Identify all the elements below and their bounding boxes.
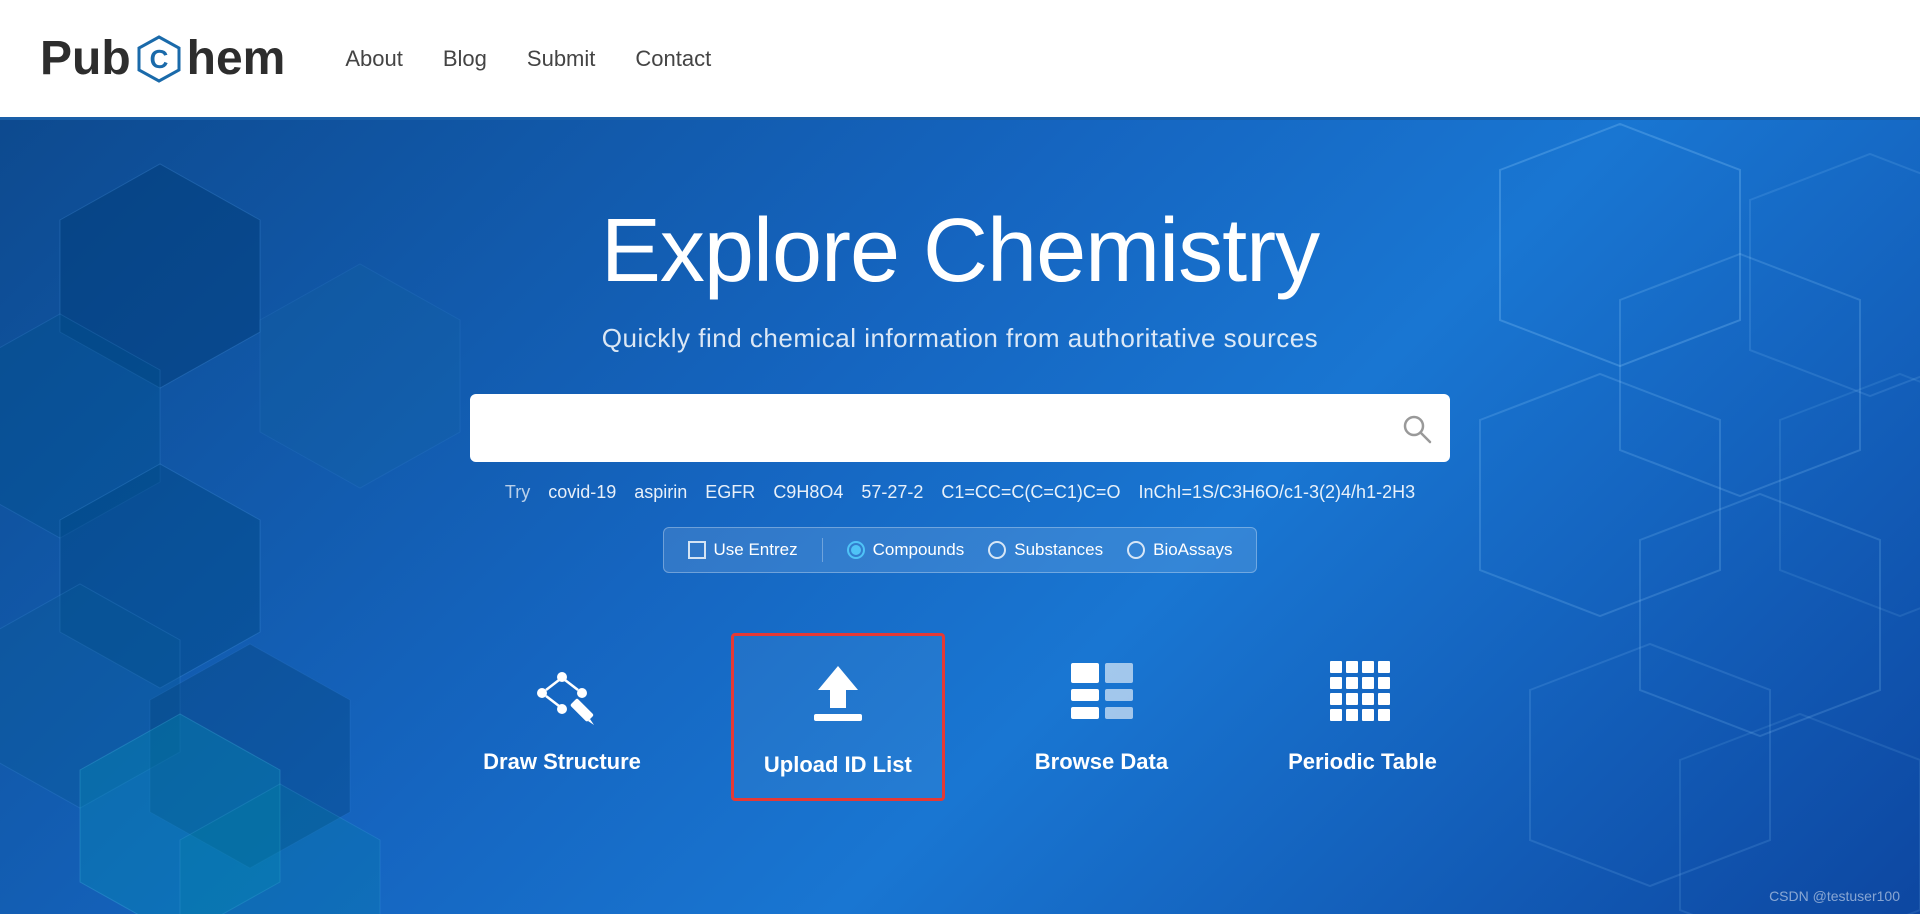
hero-section: Explore Chemistry Quickly find chemical … [0, 120, 1920, 914]
logo-text: Pub C hem [40, 31, 285, 86]
search-container [470, 394, 1450, 462]
use-entrez-label: Use Entrez [714, 540, 798, 560]
action-upload-id-list[interactable]: Upload ID List [731, 633, 945, 801]
try-inchi[interactable]: InChI=1S/C3H6O/c1-3(2)4/h1-2H3 [1138, 482, 1415, 503]
radio-compounds-circle [847, 541, 865, 559]
watermark: CSDN @testuser100 [1769, 888, 1900, 904]
logo-hexagon-c: C [133, 33, 185, 85]
nav-contact[interactable]: Contact [635, 46, 711, 72]
draw-structure-icon [522, 653, 602, 733]
header: Pub C hem About Blog Submit Contact [0, 0, 1920, 120]
periodic-table-label: Periodic Table [1288, 749, 1437, 775]
try-covid19[interactable]: covid-19 [548, 482, 616, 503]
try-links: Try covid-19 aspirin EGFR C9H8O4 57-27-2… [505, 482, 1415, 503]
logo-chem: hem [187, 31, 286, 86]
nav-blog[interactable]: Blog [443, 46, 487, 72]
draw-structure-label: Draw Structure [483, 749, 641, 775]
try-smiles[interactable]: C1=CC=C(C=C1)C=O [941, 482, 1120, 503]
radio-compounds-label: Compounds [873, 540, 965, 560]
radio-bioassays-label: BioAssays [1153, 540, 1232, 560]
browse-data-label: Browse Data [1035, 749, 1168, 775]
periodic-table-icon [1322, 653, 1402, 733]
radio-substances-label: Substances [1014, 540, 1103, 560]
upload-id-list-icon [798, 656, 878, 736]
radio-bioassays-circle [1127, 541, 1145, 559]
nav-about[interactable]: About [345, 46, 403, 72]
radio-bioassays[interactable]: BioAssays [1127, 540, 1232, 560]
search-button[interactable] [1382, 394, 1450, 462]
logo-pub: Pub [40, 31, 131, 86]
main-nav: About Blog Submit Contact [345, 46, 711, 72]
checkbox-box [688, 541, 706, 559]
upload-id-list-label: Upload ID List [764, 752, 912, 778]
search-icon [1400, 412, 1432, 444]
try-egfr[interactable]: EGFR [705, 482, 755, 503]
try-label: Try [505, 482, 530, 503]
try-aspirin[interactable]: aspirin [634, 482, 687, 503]
use-entrez-checkbox[interactable]: Use Entrez [688, 540, 798, 560]
radio-compounds[interactable]: Compounds [847, 540, 965, 560]
hero-title: Explore Chemistry [601, 200, 1319, 303]
filter-options: Use Entrez Compounds Substances BioAssay… [663, 527, 1258, 573]
try-c9h8o4[interactable]: C9H8O4 [773, 482, 843, 503]
logo: Pub C hem [40, 31, 285, 86]
action-browse-data[interactable]: Browse Data [1005, 633, 1198, 795]
hero-subtitle: Quickly find chemical information from a… [602, 323, 1318, 354]
radio-substances[interactable]: Substances [988, 540, 1103, 560]
filter-divider [822, 538, 823, 562]
nav-submit[interactable]: Submit [527, 46, 595, 72]
svg-text:C: C [149, 44, 168, 74]
browse-data-icon [1061, 653, 1141, 733]
action-periodic-table[interactable]: Periodic Table [1258, 633, 1467, 795]
action-draw-structure[interactable]: Draw Structure [453, 633, 671, 795]
try-57272[interactable]: 57-27-2 [861, 482, 923, 503]
radio-substances-circle [988, 541, 1006, 559]
action-cards: Draw Structure Upload ID List [453, 633, 1467, 801]
search-input[interactable] [470, 394, 1450, 462]
